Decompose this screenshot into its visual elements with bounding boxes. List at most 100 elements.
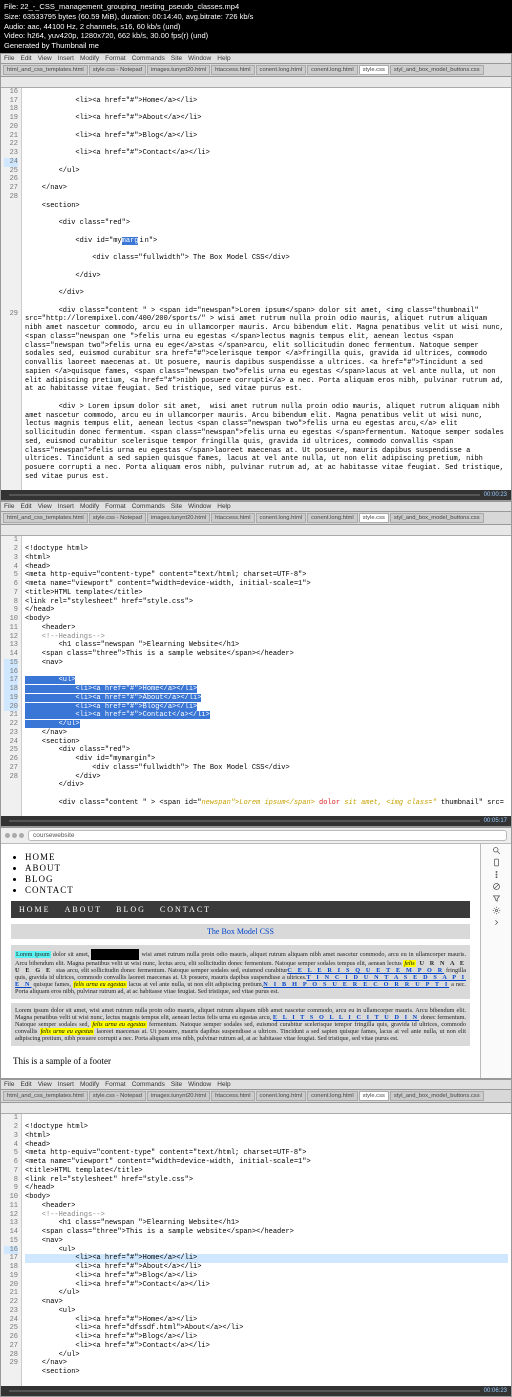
menu-site[interactable]: Site [171, 503, 182, 510]
menu-view[interactable]: View [38, 55, 52, 62]
tab-bar: html_and_css_templates.htmlstyle.css - N… [1, 512, 511, 525]
menu-file[interactable]: File [4, 1081, 14, 1088]
code-editor[interactable]: 1234567891011121314151617181920212223242… [1, 1114, 511, 1385]
no-entry-icon[interactable] [492, 882, 501, 891]
menu-view[interactable]: View [38, 1081, 52, 1088]
vnav-blog[interactable]: BLOG [25, 874, 470, 884]
menu-insert[interactable]: Insert [58, 503, 74, 510]
code-editor[interactable]: 1234567891011121314151617181920212223242… [1, 536, 511, 816]
menu-help[interactable]: Help [217, 503, 230, 510]
link-nibh[interactable]: N I B H P O S U E R E C O R R U P T I [263, 981, 449, 988]
file-tab[interactable]: styl_and_box_model_buttons.css [390, 65, 484, 75]
editor-panel-4: File Edit View Insert Modify Format Commands Si… [0, 1079, 512, 1396]
minimize-icon[interactable] [12, 833, 17, 838]
file-tab[interactable]: htaccess.html [211, 513, 254, 523]
file-tab[interactable]: conent.long.html [307, 65, 358, 75]
menu-format[interactable]: Format [105, 1081, 126, 1088]
meta-video: Video: h264, yuv420p, 1280x720, 662 kb/s… [4, 31, 508, 41]
code-line: <li><a href="#">Contact</a></li> [25, 149, 508, 158]
vnav-contact[interactable]: CONTACT [25, 885, 470, 895]
vnav-home[interactable]: HOME [25, 852, 470, 862]
menu-window[interactable]: Window [188, 503, 211, 510]
file-tab[interactable]: images.tunynt20.html [147, 1091, 210, 1101]
menu-icon[interactable] [492, 870, 501, 879]
browser-chrome: coursewebsite [1, 828, 511, 844]
file-tab[interactable]: html_and_css_templates.html [3, 65, 88, 75]
menu-file[interactable]: File [4, 503, 14, 510]
line-gutter: 1234567891011121314151617181920212223242… [1, 1114, 22, 1385]
file-tab-active[interactable]: style.css [359, 513, 389, 523]
file-tab[interactable]: style.css - Notepad [89, 513, 146, 523]
file-tab-active[interactable]: style.css [359, 1091, 389, 1101]
menu-modify[interactable]: Modify [80, 55, 99, 62]
menu-edit[interactable]: Edit [20, 1081, 31, 1088]
filter-icon[interactable] [492, 894, 501, 903]
file-tab[interactable]: html_and_css_templates.html [3, 1091, 88, 1101]
device-icon[interactable] [492, 858, 501, 867]
menu-site[interactable]: Site [171, 1081, 182, 1088]
timeline[interactable]: 00:05:17 [1, 816, 511, 826]
close-icon[interactable] [5, 833, 10, 838]
nav-contact[interactable]: CONTACT [160, 905, 211, 914]
gear-icon[interactable] [492, 906, 501, 915]
menu-commands[interactable]: Commands [132, 1081, 165, 1088]
vnav-about[interactable]: ABOUT [25, 863, 470, 873]
maximize-icon[interactable] [19, 833, 24, 838]
code-editor[interactable]: 1617181920212223242526272829 <li><a href… [1, 88, 511, 491]
file-tab[interactable]: conent.long.html [256, 1091, 307, 1101]
link-celerisque[interactable]: C E L E R I S Q U E T E M P O R [287, 967, 444, 974]
menu-file[interactable]: File [4, 55, 14, 62]
menu-format[interactable]: Format [105, 503, 126, 510]
window-controls [5, 833, 24, 838]
code-line: <html> [25, 1132, 508, 1141]
menu-help[interactable]: Help [217, 1081, 230, 1088]
code-line: </ul> [25, 1351, 508, 1360]
source-area[interactable]: <!doctype html><html><head><meta http-eq… [22, 536, 511, 816]
file-tab[interactable]: images.tunynt20.html [147, 513, 210, 523]
menu-edit[interactable]: Edit [20, 55, 31, 62]
link-elit[interactable]: E L I T S O L L I C I T U D I N [273, 1014, 419, 1021]
file-tab[interactable]: conent.long.html [307, 513, 358, 523]
nav-blog[interactable]: BLOG [116, 905, 146, 914]
menu-help[interactable]: Help [217, 55, 230, 62]
nav-about[interactable]: ABOUT [65, 905, 103, 914]
source-area[interactable]: <!doctype html><html><head><meta http-eq… [22, 1114, 511, 1385]
meta-gen: Generated by Thumbnail me [4, 41, 508, 51]
file-tab[interactable]: htaccess.html [211, 65, 254, 75]
metadata-header: File: 22_-_CSS_management_grouping_nesti… [0, 0, 512, 53]
menu-modify[interactable]: Modify [80, 1081, 99, 1088]
file-tab[interactable]: images.tunynt20.html [147, 65, 210, 75]
timeline[interactable]: 00:06:23 [1, 1386, 511, 1396]
search-icon[interactable] [492, 846, 501, 855]
address-bar[interactable]: coursewebsite [28, 830, 507, 841]
menu-insert[interactable]: Insert [58, 55, 74, 62]
menu-window[interactable]: Window [188, 55, 211, 62]
menu-window[interactable]: Window [188, 1081, 211, 1088]
menu-insert[interactable]: Insert [58, 1081, 74, 1088]
menu-format[interactable]: Format [105, 55, 126, 62]
page-content: HOME ABOUT BLOG CONTACT HOME ABOUT BLOG … [1, 844, 480, 1078]
menu-view[interactable]: View [38, 503, 52, 510]
file-tab[interactable]: styl_and_box_model_buttons.css [390, 513, 484, 523]
menu-edit[interactable]: Edit [20, 503, 31, 510]
menu-commands[interactable]: Commands [132, 503, 165, 510]
timeline[interactable]: 00:00:23 [1, 490, 511, 500]
file-tab-active[interactable]: style.css [359, 65, 389, 75]
code-line: <li><a href="#">Blog</a></li> [25, 1272, 508, 1281]
chevron-right-icon[interactable] [492, 918, 501, 927]
menu-commands[interactable]: Commands [132, 55, 165, 62]
file-tab[interactable]: conent.long.html [307, 1091, 358, 1101]
nav-home[interactable]: HOME [19, 905, 51, 914]
file-tab[interactable]: html_and_css_templates.html [3, 513, 88, 523]
code-line: <li><a href="#">Contact</a></li> [25, 1281, 508, 1290]
editor-panel-2: File Edit View Insert Modify Format Commands Si… [0, 501, 512, 827]
menu-site[interactable]: Site [171, 55, 182, 62]
file-tab[interactable]: htaccess.html [211, 1091, 254, 1101]
file-tab[interactable]: style.css - Notepad [89, 65, 146, 75]
file-tab[interactable]: conent.long.html [256, 65, 307, 75]
source-area[interactable]: <li><a href="#">Home</a></li> <li><a hre… [22, 88, 511, 491]
menu-modify[interactable]: Modify [80, 503, 99, 510]
file-tab[interactable]: conent.long.html [256, 513, 307, 523]
file-tab[interactable]: style.css - Notepad [89, 1091, 146, 1101]
file-tab[interactable]: styl_and_box_model_buttons.css [390, 1091, 484, 1101]
